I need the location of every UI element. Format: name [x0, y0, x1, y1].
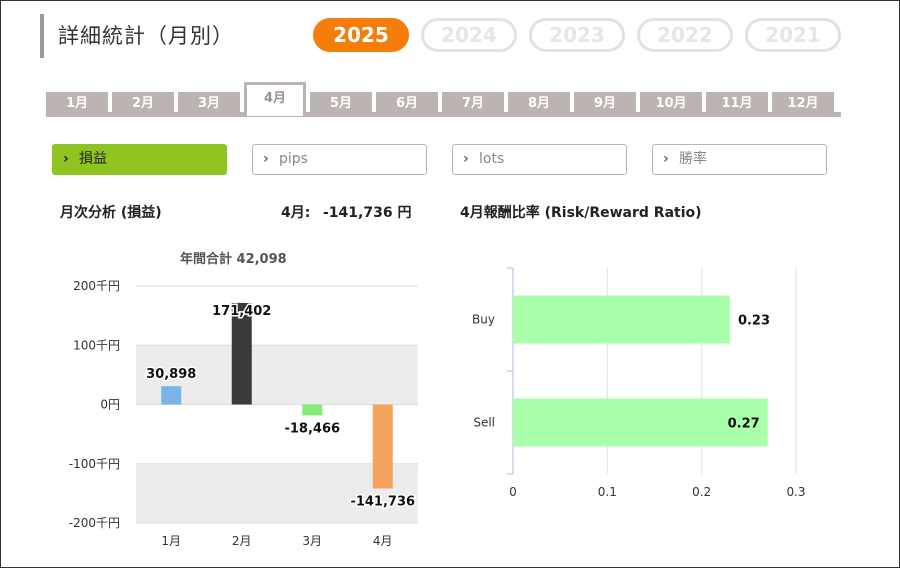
- data-label: 0.23: [738, 314, 770, 329]
- bar: [513, 295, 730, 344]
- x-tick-label: 0.2: [692, 485, 711, 499]
- x-tick-label: 0: [509, 485, 517, 499]
- x-tick-label: 0.3: [786, 485, 805, 499]
- x-tick-label: 0.1: [598, 485, 617, 499]
- risk-reward-chart: 0 0.1 0.2 0.3 Buy 0.23 Sell 0.27: [472, 267, 806, 499]
- y-tick-label: Buy: [472, 313, 495, 327]
- y-tick-label: Sell: [473, 416, 495, 430]
- data-label: 0.27: [728, 417, 760, 432]
